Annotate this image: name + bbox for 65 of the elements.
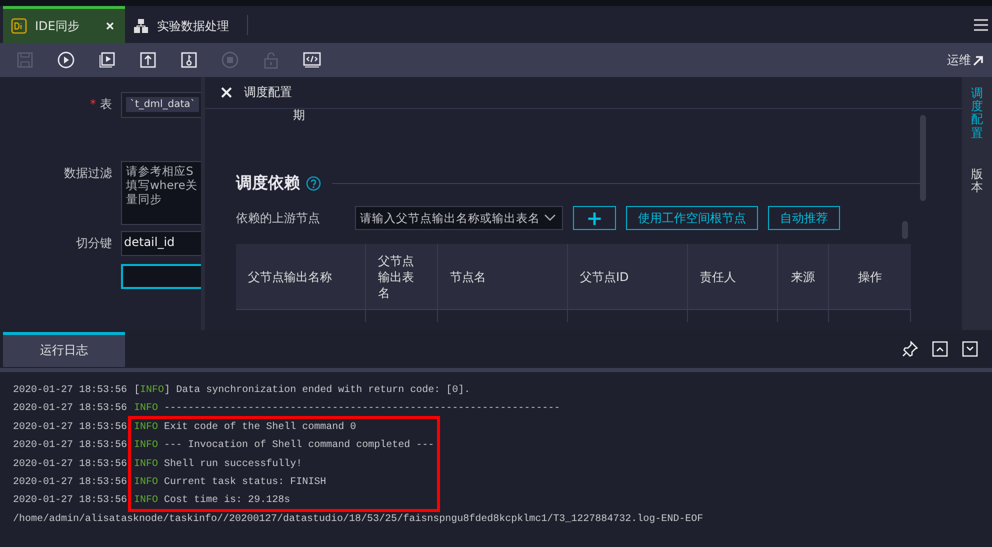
close-icon[interactable] <box>105 21 115 31</box>
pin-icon[interactable] <box>902 341 918 357</box>
column-header: 父节点输出名称 <box>236 244 366 309</box>
side-tab[interactable]: 调度配置 <box>971 87 983 140</box>
toolbar-button[interactable] <box>303 51 321 69</box>
field-label: 依赖的上游节点 <box>236 210 321 226</box>
help-icon[interactable] <box>306 176 321 191</box>
add-button[interactable]: + <box>573 206 616 230</box>
column-header: 父节点输出表名 <box>366 244 438 309</box>
stop-icon <box>221 51 239 69</box>
required-mark: * <box>90 97 96 111</box>
input-value: detail_id <box>124 235 175 249</box>
column-header: 父节点ID <box>568 244 688 309</box>
log-line: 2020-01-27 18:53:56 [INFO] Data synchronization ended with return code: [0]. <box>13 384 472 398</box>
log-line: 2020-01-27 18:53:56 INFO Current task status: FINISH <box>13 476 328 490</box>
close-icon[interactable] <box>221 87 232 98</box>
save-icon <box>16 51 34 69</box>
filter-textarea[interactable]: 请参考相应S填写where关量同步 <box>121 161 201 225</box>
text-input[interactable]: detail_id <box>121 231 201 256</box>
field-label: 数据过滤 <box>64 166 112 180</box>
di-logo-icon <box>11 18 27 34</box>
log-line: 2020-01-27 18:53:56 INFO Cost time is: 29.128s <box>13 494 292 508</box>
partial-text: 期 <box>293 109 306 121</box>
external-arrow-icon[interactable] <box>973 54 984 66</box>
tab-label: 实验数据处理 <box>157 18 229 34</box>
outline-button[interactable]: 自动推荐 <box>768 206 840 230</box>
collapse-up-icon[interactable] <box>932 341 948 357</box>
log-line: 2020-01-27 18:53:56 INFO ------------------------------------------------------------------ <box>13 402 562 416</box>
tab-label: IDE同步 <box>35 18 80 34</box>
column-header: 节点名 <box>438 244 568 309</box>
log-tab[interactable]: 运行日志 <box>3 332 125 366</box>
scrollbar-thumb[interactable] <box>902 221 908 239</box>
column-header: 责任人 <box>688 244 778 309</box>
table-select[interactable]: `t_dml_data` <box>121 92 201 118</box>
section-title: 调度依赖 <box>236 173 300 194</box>
editor-tab[interactable]: 实验数据处理 <box>125 6 239 43</box>
log-line: 2020-01-27 18:53:56 INFO Exit code of the Shell command 0 <box>13 420 358 435</box>
column-header: 操作 <box>857 268 883 286</box>
log-line: /home/admin/alisatasknode/taskinfo//20200127/datastudio/18/53/25/faisnspngu8fded8kcpklmc1/T3_1227884732.log-END-EOF <box>13 512 704 527</box>
outline-button[interactable]: 使用工作空间根节点 <box>626 206 758 230</box>
placeholder-text: 请参考相应S填写where关量同步 <box>126 164 198 206</box>
field-label: 表 <box>100 97 112 111</box>
lock-icon <box>262 51 280 69</box>
column-header: 来源 <box>778 244 829 309</box>
key-icon <box>180 51 198 69</box>
panel-title: 调度配置 <box>244 84 292 101</box>
text-input[interactable] <box>121 264 201 289</box>
editor-tab[interactable]: IDE同步 <box>3 6 125 43</box>
toolbar-button[interactable] <box>98 51 116 69</box>
log-line: 2020-01-27 18:53:56 INFO --- Invocation of Shell command completed --- <box>13 438 436 454</box>
menu-icon[interactable] <box>974 18 988 30</box>
code-icon <box>303 51 321 69</box>
expand-down-icon[interactable] <box>962 341 978 357</box>
ops-link[interactable]: 运维 <box>947 52 984 68</box>
side-tab[interactable]: 版本 <box>971 168 983 194</box>
upload-icon <box>139 51 157 69</box>
chevron-down-icon <box>544 214 556 222</box>
play-icon <box>57 51 75 69</box>
table-tag: `t_dml_data` <box>126 97 200 112</box>
upstream-select[interactable]: 请输入父节点输出名称或输出表名 <box>355 206 563 230</box>
log-line: 2020-01-27 18:53:56 INFO Shell run successfully! <box>13 458 304 472</box>
field-label: 切分键 <box>76 236 112 250</box>
scrollbar-thumb[interactable] <box>920 115 926 201</box>
play-stack-icon <box>98 51 116 69</box>
hierarchy-icon <box>133 18 149 34</box>
